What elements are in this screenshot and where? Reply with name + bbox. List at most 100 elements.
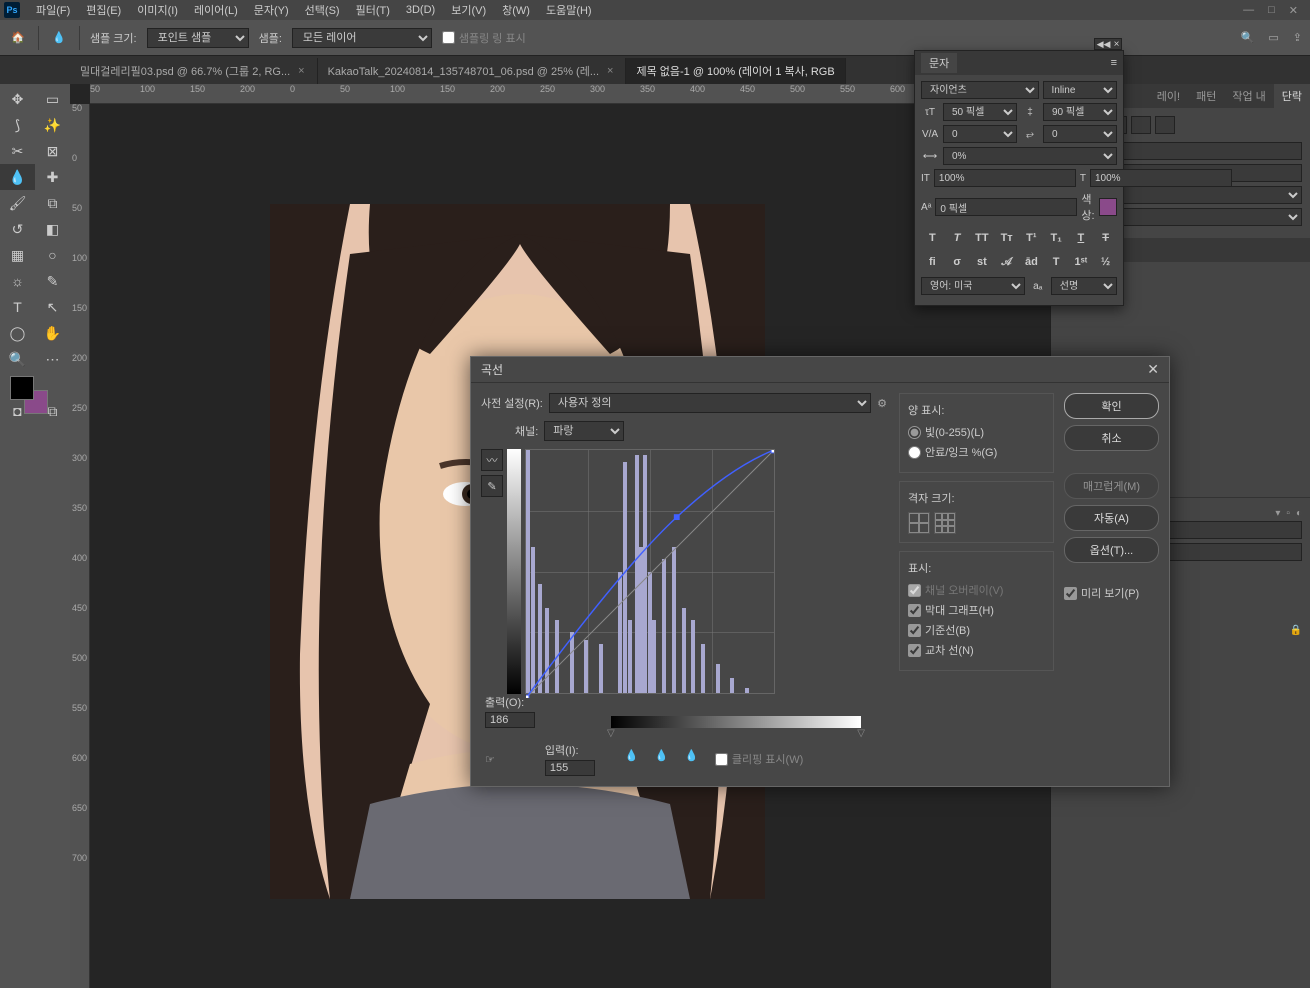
input-input[interactable] (545, 760, 595, 776)
menu-edit[interactable]: 편집(E) (78, 2, 129, 18)
eyedropper-icon[interactable]: 💧 (49, 28, 69, 48)
menu-image[interactable]: 이미지(I) (129, 2, 186, 18)
menu-type[interactable]: 문자(Y) (246, 2, 297, 18)
justify-last-left-btn[interactable] (1131, 116, 1151, 134)
filter-icon[interactable]: ▾ (1275, 508, 1280, 519)
target-adjust-icon[interactable]: ☞ (485, 753, 495, 766)
history-brush-tool[interactable]: ↺ (0, 216, 35, 242)
sample-size-select[interactable]: 포인트 샘플 (147, 28, 249, 48)
tab-close-icon[interactable]: × (605, 65, 615, 77)
lock-icon[interactable]: 🔒 (1290, 625, 1302, 636)
share-icon[interactable]: ⇪ (1293, 31, 1302, 44)
st-btn[interactable]: st (973, 253, 991, 271)
close-icon[interactable]: ✕ (1289, 4, 1298, 17)
cancel-button[interactable]: 취소 (1064, 425, 1159, 451)
shape-tool[interactable]: ◯ (0, 320, 35, 346)
kerning-input[interactable]: 0 (943, 125, 1017, 143)
titling-btn[interactable]: ād (1022, 253, 1040, 271)
tracking-input[interactable]: 0 (1043, 125, 1117, 143)
subscript-btn[interactable]: T₁ (1047, 229, 1065, 247)
menu-layer[interactable]: 레이어(L) (186, 2, 246, 18)
marquee-tool[interactable]: ▭ (35, 86, 70, 112)
brush-tool[interactable]: 🖌 (0, 190, 35, 216)
scale-input[interactable]: 0% (943, 147, 1117, 165)
workspace-icon[interactable]: ▭ (1268, 31, 1278, 44)
curve-point-tool[interactable]: 〰 (481, 449, 503, 471)
sigma-btn[interactable]: σ (948, 253, 966, 271)
ok-button[interactable]: 확인 (1064, 393, 1159, 419)
blur-tool[interactable]: ○ (35, 242, 70, 268)
panel-tab-history[interactable]: 작업 내 (1224, 84, 1273, 108)
clone-tool[interactable]: ⧉ (35, 190, 70, 216)
light-radio[interactable] (908, 426, 921, 439)
lasso-tool[interactable]: ⟆ (0, 112, 35, 138)
font-style-select[interactable]: Inline (1043, 81, 1118, 99)
intersect-checkbox[interactable] (908, 644, 921, 657)
eyedropper-tool[interactable]: 💧 (0, 164, 35, 190)
underline-btn[interactable]: T (1072, 229, 1090, 247)
menu-file[interactable]: 파일(F) (28, 2, 78, 18)
type-tool[interactable]: T (0, 294, 35, 320)
panel-menu-icon[interactable]: ≡ (1111, 57, 1117, 69)
gray-eyedropper[interactable]: 💧 (655, 749, 675, 769)
preview-checkbox[interactable] (1064, 587, 1077, 600)
clipping-checkbox[interactable] (715, 753, 728, 766)
baseline-checkbox[interactable] (908, 624, 921, 637)
more-tools[interactable]: ⋯ (35, 346, 70, 372)
antialias-select[interactable]: 선명 (1051, 277, 1117, 295)
zoom-tool[interactable]: 🔍 (0, 346, 35, 372)
document-tab[interactable]: 제목 없음-1 @ 100% (레이어 1 복사, RGB (626, 58, 845, 84)
menu-3d[interactable]: 3D(D) (398, 4, 443, 16)
magic-wand-tool[interactable]: ✨ (35, 112, 70, 138)
healing-tool[interactable]: ✚ (35, 164, 70, 190)
fraction-btn[interactable]: ½ (1097, 253, 1115, 271)
white-eyedropper[interactable]: 💧 (685, 749, 705, 769)
show-ring-checkbox[interactable] (442, 31, 455, 44)
options-button[interactable]: 옵션(T)... (1064, 537, 1159, 563)
bold-btn[interactable]: T (923, 229, 941, 247)
allcaps-btn[interactable]: TT (973, 229, 991, 247)
panel-tab-layers[interactable]: 레이! (1149, 84, 1188, 108)
text-color-swatch[interactable] (1099, 198, 1117, 216)
dialog-close-icon[interactable]: ✕ (1147, 361, 1159, 378)
superscript-btn[interactable]: T¹ (1022, 229, 1040, 247)
1st-btn[interactable]: 1ˢᵗ (1072, 253, 1090, 271)
auto-button[interactable]: 자동(A) (1064, 505, 1159, 531)
layer-mask-icon[interactable]: ◐ (1296, 508, 1302, 519)
move-tool[interactable]: ✥ (0, 86, 35, 112)
crop-tool[interactable]: ✂ (0, 138, 35, 164)
frame-tool[interactable]: ⊠ (35, 138, 70, 164)
channel-select[interactable]: 파랑 (544, 421, 624, 441)
hand-tool[interactable]: ✋ (35, 320, 70, 346)
font-size-input[interactable]: 50 픽셀 (943, 103, 1017, 121)
swash-btn[interactable]: 𝒜 (998, 253, 1016, 271)
pen-tool[interactable]: ✎ (35, 268, 70, 294)
menu-select[interactable]: 선택(S) (297, 2, 348, 18)
italic-btn[interactable]: T (948, 229, 966, 247)
color-swatches[interactable] (0, 372, 70, 432)
tab-close-icon[interactable]: × (296, 65, 306, 77)
menu-window[interactable]: 창(W) (494, 2, 538, 18)
panel-collapse-strip[interactable]: ◀◀× (1094, 38, 1122, 50)
baseline-input[interactable] (935, 198, 1077, 216)
black-eyedropper[interactable]: 💧 (625, 749, 645, 769)
white-point-slider[interactable]: ▽ (857, 728, 865, 739)
preset-select[interactable]: 사용자 정의 (549, 393, 871, 413)
character-panel-tab[interactable]: 문자 (921, 53, 957, 73)
document-tab[interactable]: KakaoTalk_20240814_135748701_06.psd @ 25… (318, 58, 627, 84)
path-tool[interactable]: ↖ (35, 294, 70, 320)
panel-tab-patterns[interactable]: 패턴 (1188, 84, 1224, 108)
menu-help[interactable]: 도움말(H) (538, 2, 600, 18)
search-icon[interactable]: 🔍 (1241, 31, 1255, 44)
menu-filter[interactable]: 필터(T) (348, 2, 398, 18)
gradient-tool[interactable]: ▦ (0, 242, 35, 268)
eraser-tool[interactable]: ◧ (35, 216, 70, 242)
output-input[interactable] (485, 712, 535, 728)
menu-view[interactable]: 보기(V) (443, 2, 494, 18)
foreground-color[interactable] (10, 376, 34, 400)
curve-graph[interactable] (525, 449, 775, 694)
home-icon[interactable]: 🏠 (8, 28, 28, 48)
grid-fine-btn[interactable] (934, 512, 956, 534)
dodge-tool[interactable]: ☼ (0, 268, 35, 294)
sample-select[interactable]: 모든 레이어 (292, 28, 432, 48)
